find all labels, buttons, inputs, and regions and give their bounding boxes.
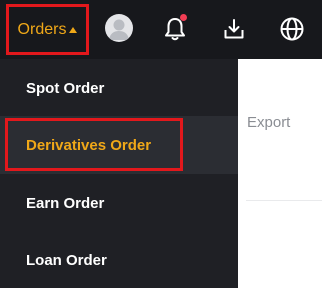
globe-icon: [280, 17, 304, 41]
menu-item-loan-order[interactable]: Loan Order: [0, 231, 238, 289]
user-icon: [109, 19, 129, 40]
export-button[interactable]: Export: [247, 114, 290, 131]
orders-menu-button[interactable]: Orders: [6, 4, 89, 55]
menu-item-label: Loan Order: [26, 251, 107, 269]
menu-item-label: Derivatives Order: [26, 136, 152, 154]
orders-dropdown-menu: Spot Order Derivatives Order Earn Order …: [0, 59, 238, 288]
download-icon: [224, 19, 244, 39]
notification-bell-button[interactable]: [160, 14, 190, 44]
background-page: [238, 59, 322, 288]
menu-item-label: Spot Order: [26, 79, 105, 97]
caret-up-icon: [69, 26, 78, 33]
menu-item-derivatives-order[interactable]: Derivatives Order: [0, 116, 238, 174]
language-button[interactable]: [277, 14, 307, 44]
menu-item-spot-order[interactable]: Spot Order: [0, 59, 238, 117]
notification-dot: [180, 14, 187, 21]
divider: [246, 200, 322, 201]
avatar[interactable]: [105, 14, 133, 42]
download-button[interactable]: [219, 14, 249, 44]
menu-item-earn-order[interactable]: Earn Order: [0, 174, 238, 232]
menu-item-label: Earn Order: [26, 194, 105, 212]
top-navbar: Orders: [0, 0, 322, 59]
orders-label: Orders: [17, 20, 67, 38]
